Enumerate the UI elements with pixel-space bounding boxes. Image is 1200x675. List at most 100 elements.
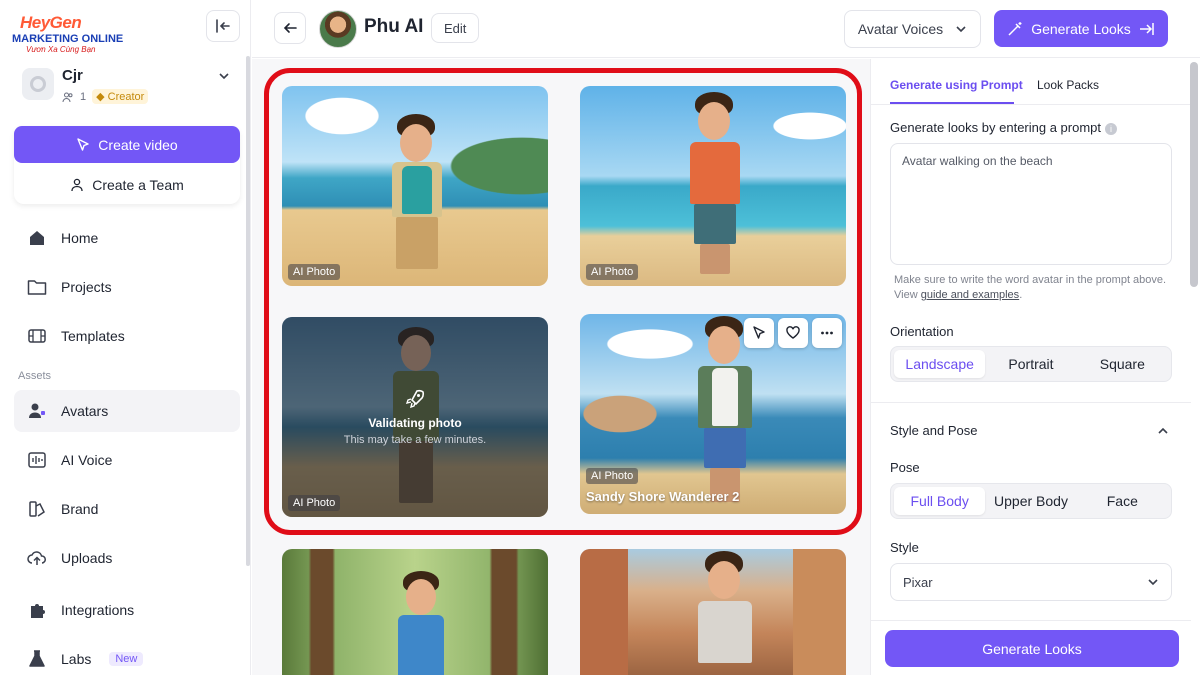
sidebar-item-label: AI Voice [61, 452, 113, 468]
sidebar-scrollbar[interactable] [246, 56, 250, 566]
create-video-label: Create video [98, 136, 178, 153]
ai-photo-label: AI Photo [288, 264, 341, 280]
look-title: Sandy Shore Wanderer 2 [586, 489, 740, 504]
generate-looks-button[interactable]: Generate Looks [885, 630, 1179, 667]
prompt-textarea[interactable]: Avatar walking on the beach [890, 143, 1172, 265]
upload-icon [27, 548, 47, 568]
pose-upper-body[interactable]: Upper Body [985, 487, 1076, 515]
look-card[interactable]: AI Photo [282, 86, 548, 286]
flask-icon [27, 649, 47, 669]
create-team-button[interactable]: Create a Team [14, 166, 240, 204]
validating-title: Validating photo [368, 416, 462, 430]
chevron-down-icon [956, 26, 966, 33]
prompt-hint: Make sure to write the word avatar in th… [894, 274, 1167, 301]
sidebar-item-projects[interactable]: Projects [14, 266, 240, 308]
create-video-button[interactable]: Create video [14, 126, 240, 163]
users-icon [62, 92, 73, 102]
ai-photo-label: AI Photo [586, 264, 639, 280]
header: Phu AI Edit Avatar Voices Generate Looks [252, 0, 1200, 58]
style-pose-header[interactable]: Style and Pose [871, 411, 1191, 447]
sidebar-item-home[interactable]: Home [14, 217, 240, 259]
sidebar-item-avatars[interactable]: Avatars [14, 390, 240, 432]
user-icon [71, 178, 83, 192]
collapse-sidebar-button[interactable] [206, 10, 240, 42]
look-card[interactable]: Validating photo This may take a few min… [282, 317, 548, 517]
ai-photo-label: AI Photo [586, 468, 639, 484]
more-options-button[interactable] [812, 318, 842, 348]
avatar-voices-dropdown[interactable]: Avatar Voices [844, 10, 981, 48]
generate-looks-label: Generate Looks [1031, 20, 1131, 37]
brand-icon [27, 499, 47, 519]
orientation-label: Orientation [890, 324, 954, 339]
look-card[interactable]: AI Photo [580, 86, 846, 286]
logo-subtitle: MARKETING ONLINE [12, 33, 124, 45]
voice-icon [27, 450, 47, 470]
orientation-landscape[interactable]: Landscape [894, 350, 986, 378]
active-tab-indicator [890, 102, 1014, 104]
look-card[interactable] [580, 549, 846, 675]
pose-label: Pose [890, 460, 920, 475]
account-name: Cjr [62, 67, 83, 84]
sidebar-item-ai-voice[interactable]: AI Voice [14, 439, 240, 481]
generate-panel: Generate using Prompt Look Packs Generat… [870, 59, 1191, 675]
guide-link[interactable]: guide and examples [921, 289, 1019, 301]
look-card-sandy-shore-wanderer-2[interactable]: AI Photo Sandy Shore Wanderer 2 [580, 314, 846, 514]
logo[interactable]: HeyGen MARKETING ONLINE Vươn Xa Cùng Bạn [10, 10, 124, 54]
pose-full-body[interactable]: Full Body [894, 487, 986, 515]
sidebar-item-uploads[interactable]: Uploads [14, 537, 240, 579]
edit-button[interactable]: Edit [431, 13, 480, 43]
sidebar-item-labs[interactable]: Labs New [14, 638, 240, 675]
back-button[interactable] [274, 12, 306, 44]
generate-looks-header-button[interactable]: Generate Looks [994, 10, 1168, 47]
heart-icon [786, 326, 800, 339]
look-card[interactable] [282, 549, 548, 675]
play-button[interactable] [744, 318, 774, 348]
panel-scrollbar[interactable] [1190, 62, 1198, 287]
orientation-selector: Landscape Portrait Square [890, 346, 1172, 382]
cursor-icon [77, 137, 89, 151]
avatar-figure [382, 114, 452, 284]
tab-generate-using-prompt[interactable]: Generate using Prompt [890, 78, 1023, 92]
validating-overlay: Validating photo This may take a few min… [282, 317, 548, 517]
info-icon[interactable]: i [1105, 122, 1118, 135]
sidebar-item-label: Templates [61, 328, 125, 344]
sidebar-item-brand[interactable]: Brand [14, 488, 240, 530]
avatar-figure [392, 571, 452, 675]
film-icon [27, 326, 47, 346]
more-horizontal-icon [821, 331, 833, 335]
avatar-voices-label: Avatar Voices [857, 21, 944, 37]
orientation-portrait[interactable]: Portrait [985, 350, 1076, 378]
sidebar-item-label: Uploads [61, 550, 113, 566]
plan-badge: ◆ Creator [92, 89, 149, 104]
sidebar-item-templates[interactable]: Templates [14, 315, 240, 357]
member-count: 1 [80, 90, 87, 103]
logo-tagline: Vươn Xa Cùng Bạn [26, 45, 96, 54]
account-meta: 1 ◆ Creator [62, 89, 149, 104]
tab-look-packs[interactable]: Look Packs [1037, 78, 1099, 92]
sidebar: HeyGen MARKETING ONLINE Vươn Xa Cùng Bạn… [0, 0, 251, 675]
chevron-down-icon [1148, 579, 1158, 586]
sidebar-item-label: Home [61, 230, 99, 246]
ai-photo-label: AI Photo [288, 495, 341, 511]
magic-wand-icon [1008, 21, 1022, 36]
new-badge: New [109, 652, 144, 666]
favorite-button[interactable] [778, 318, 808, 348]
account-switcher[interactable]: Cjr 1 ◆ Creator [22, 64, 240, 108]
pose-face[interactable]: Face [1077, 487, 1168, 515]
sidebar-item-integrations[interactable]: Integrations [14, 589, 240, 631]
puzzle-icon [27, 600, 47, 620]
chevron-down-icon [219, 73, 229, 80]
sidebar-item-label: Labs [61, 651, 92, 667]
folder-icon [27, 277, 47, 297]
create-team-label: Create a Team [92, 177, 184, 193]
card-actions [744, 318, 842, 348]
chevron-up-icon [1158, 427, 1168, 434]
sidebar-item-label: Integrations [61, 602, 135, 618]
diamond-icon: ◆ [96, 91, 105, 103]
style-select[interactable]: Pixar [890, 563, 1172, 601]
style-label: Style [890, 540, 919, 555]
arrow-left-icon [283, 23, 297, 33]
sidebar-item-label: Avatars [61, 403, 109, 419]
avatar-figure [690, 551, 760, 675]
orientation-square[interactable]: Square [1077, 350, 1168, 378]
